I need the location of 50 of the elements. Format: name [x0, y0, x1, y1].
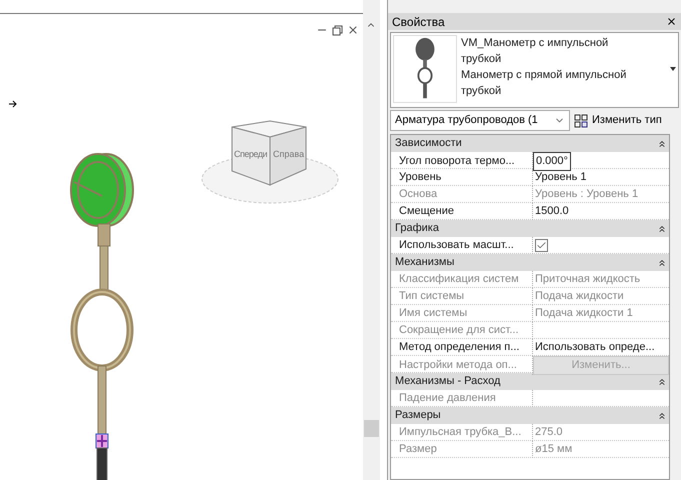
property-label: Смещение — [399, 204, 454, 219]
viewcube-front-label[interactable]: Спереди — [234, 149, 267, 159]
section-header[interactable]: Механизмы — [391, 254, 669, 271]
property-label: Метод определения п... — [399, 340, 520, 355]
checkbox[interactable] — [535, 238, 548, 252]
gauge-thumbnail-icon — [393, 35, 457, 103]
property-label: Уровень — [399, 170, 442, 185]
property-label: Размер — [399, 442, 437, 457]
collapse-icon[interactable] — [657, 376, 667, 386]
property-value: ø15 мм — [534, 442, 574, 457]
property-value: Подача жидкости — [534, 289, 625, 304]
property-label: Угол поворота термо... — [399, 154, 515, 169]
family-name: VM_Манометр с импульсной трубкой — [461, 36, 610, 67]
property-label: Использовать масшт... — [399, 238, 514, 253]
panel-title: Свойства — [392, 14, 445, 30]
type-properties-icon — [574, 114, 588, 128]
section-header[interactable]: Зависимости — [391, 135, 669, 152]
category-dropdown[interactable]: Арматура трубопроводов (1 — [390, 110, 570, 131]
collapse-icon[interactable] — [657, 138, 667, 148]
close-icon[interactable] — [347, 24, 359, 36]
value-field[interactable]: 0.000° — [533, 152, 571, 170]
dropdown-arrow-icon[interactable] — [670, 67, 676, 71]
property-label: Падение давления — [399, 391, 496, 406]
property-label: Основа — [399, 187, 438, 202]
close-icon[interactable] — [666, 16, 677, 27]
section-header[interactable]: Механизмы - Расход — [391, 373, 669, 390]
property-label: Имя системы — [399, 306, 468, 321]
property-label: Импульсная трубка_В... — [399, 425, 522, 440]
scrollbar[interactable] — [363, 0, 380, 480]
type-name: Манометр с прямой импульсной трубкой — [461, 68, 628, 99]
scrollbar-thumb[interactable] — [364, 420, 379, 437]
property-value: Уровень 1 — [534, 170, 588, 185]
property-label: Сокращение для сист... — [399, 323, 519, 338]
property-label: Настройки метода оп... — [399, 358, 517, 373]
section-header[interactable]: Графика — [391, 220, 669, 237]
type-selector[interactable]: VM_Манометр с импульсной трубкой Манометр с прямой импульсной трубкой — [390, 32, 679, 108]
section-header[interactable]: Размеры — [391, 407, 669, 424]
property-value: Уровень : Уровень 1 — [534, 187, 640, 202]
property-value: Подача жидкости 1 — [534, 306, 634, 321]
property-value: Использовать опреде... — [534, 340, 656, 355]
property-label: Тип системы — [399, 289, 464, 304]
property-value: 275.0 — [534, 425, 564, 440]
property-value: Приточная жидкость — [534, 272, 642, 287]
property-label: Классификация систем — [399, 272, 519, 287]
collapse-icon[interactable] — [657, 410, 667, 420]
collapse-icon[interactable] — [657, 224, 667, 234]
edit-type-button[interactable]: Изменить тип — [574, 110, 662, 131]
property-value: 1500.0 — [534, 204, 570, 219]
collapse-icon[interactable] — [657, 258, 667, 268]
restore-icon[interactable] — [332, 24, 343, 36]
